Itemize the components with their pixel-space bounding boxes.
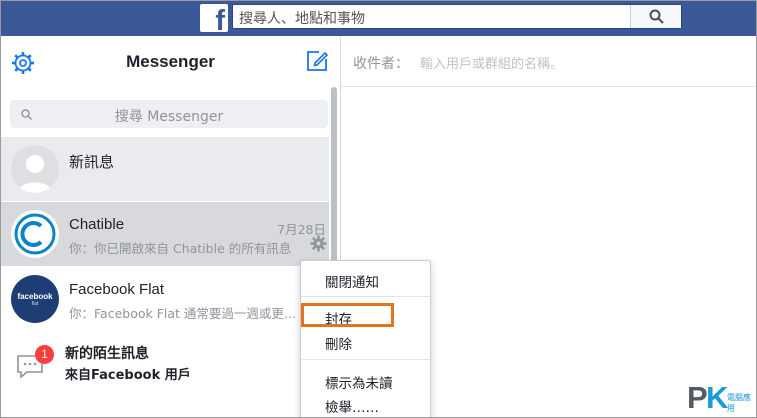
facebook-top-bar: f 搜尋人、地點和事物 [1,1,756,36]
recipient-label: 收件者： [353,56,409,72]
search-icon [649,9,664,24]
facebook-search-input[interactable]: 搜尋人、地點和事物 [232,4,682,29]
menu-item-mark-unread[interactable]: 標示為未讀 [325,372,393,392]
conversation-name: 新的陌生訊息 [65,345,149,361]
messenger-header: Messenger [1,37,340,87]
archive-highlight-box [301,303,394,327]
unread-badge: 1 [35,345,54,364]
avatar-text: facebook [17,292,53,301]
conversation-name: 新訊息 [69,154,115,171]
conversation-snippet: 你：你已開啟來自 Chatible 的所有訊息 [69,241,292,256]
conversation-context-menu: 關閉通知 封存 刪除 標示為未讀 檢舉…… [300,260,431,417]
chatible-logo [11,210,59,258]
recipient-bar: 收件者： 輸入用戶或群組的名稱。 [341,37,756,87]
conversation-facebook-flat[interactable]: facebook flat Facebook Flat 7月 你：Faceboo… [1,267,329,331]
messenger-sidebar: Messenger 搜尋 Messenger 新訊息 Chatible 7月28… [1,37,341,417]
gear-icon[interactable] [310,235,327,252]
conversation-chatible[interactable]: Chatible 7月28日 你：你已開啟來自 Chatible 的所有訊息 [1,202,329,266]
default-avatar [11,145,59,193]
facebook-logo-icon[interactable]: f [200,4,228,32]
avatar-subtext: flat [31,301,39,307]
watermark-letter-p: P [687,380,708,415]
facebook-search-placeholder: 搜尋人、地點和事物 [239,11,365,27]
watermark-subtitle: 電腦應用 [727,393,751,413]
conversation-new-message[interactable]: 新訊息 [1,137,329,201]
messenger-search-placeholder: 搜尋 Messenger [114,109,224,125]
menu-divider [301,296,430,297]
conversation-snippet: 你：Facebook Flat 通常要過一週或更… [69,306,297,321]
compose-icon[interactable] [305,49,329,73]
conversation-name: Facebook Flat [69,281,165,298]
menu-item-mute[interactable]: 關閉通知 [325,271,379,291]
messenger-title: Messenger [126,52,215,71]
messenger-search-input[interactable]: 搜尋 Messenger [10,100,328,128]
app-frame: f 搜尋人、地點和事物 Messenger 搜尋 Messenger 新訊息 C… [0,0,757,418]
facebook-flat-logo: facebook flat [11,275,59,323]
menu-item-report[interactable]: 檢舉…… [325,396,379,416]
conversation-stranger-messages[interactable]: 1 新的陌生訊息 6月 來自Facebook 用戶 [1,333,329,397]
pk-watermark-logo: P K 電腦應用 [687,380,756,416]
conversation-snippet: 來自Facebook 用戶 [65,368,191,383]
watermark-letter-k: K [706,380,729,415]
recipient-input[interactable]: 輸入用戶或群組的名稱。 [420,53,563,72]
menu-divider [301,359,430,360]
conversation-name: Chatible [69,216,125,233]
facebook-search-button[interactable] [630,5,681,28]
menu-item-delete[interactable]: 刪除 [325,333,352,353]
